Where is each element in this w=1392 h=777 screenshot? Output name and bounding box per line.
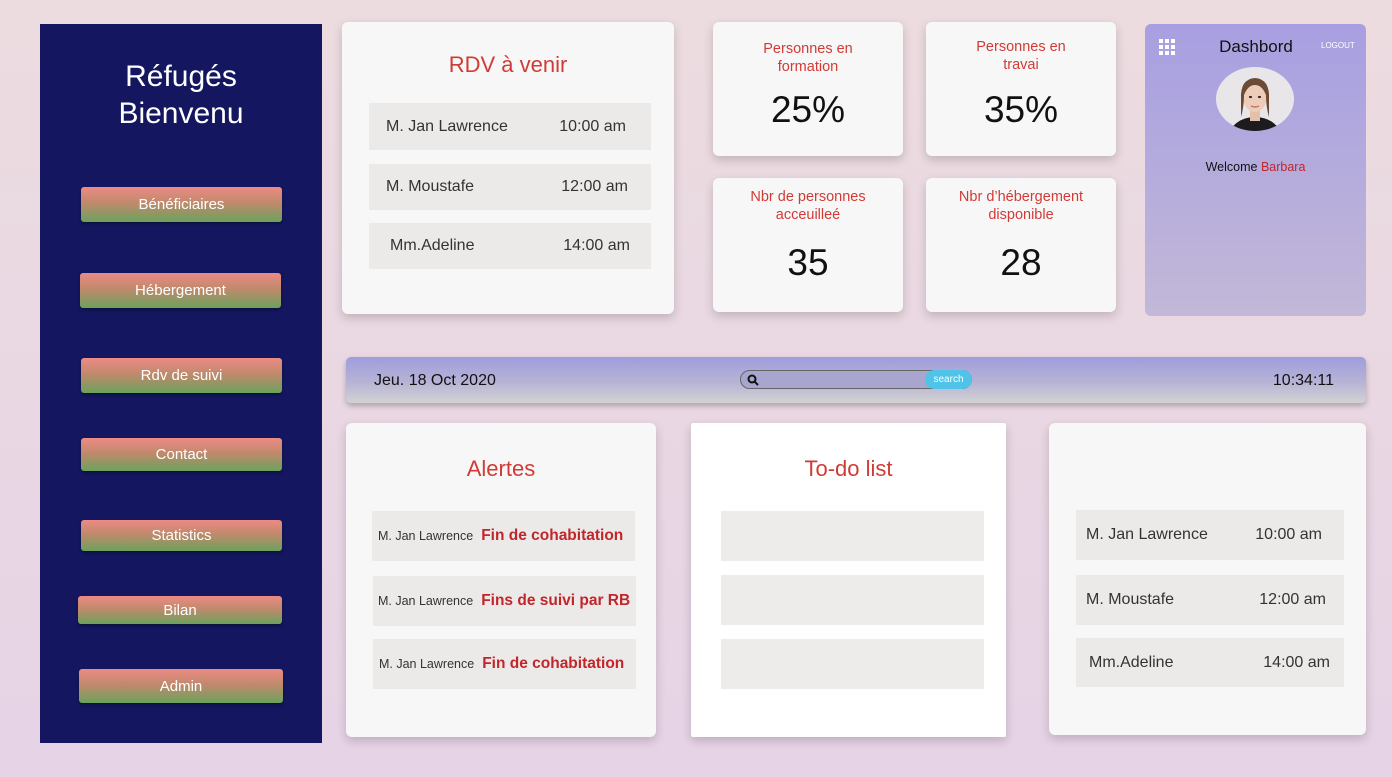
nav-beneficiaires-button[interactable]: Bénéficiaires: [81, 187, 282, 222]
appointment-row[interactable]: M. Jan Lawrence 10:00 am: [1076, 510, 1344, 560]
rdv-row[interactable]: M. Jan Lawrence 10:00 am: [369, 103, 651, 150]
alert-message: Fin de cohabitation: [482, 655, 625, 672]
alert-person: M. Jan Lawrence: [378, 594, 474, 608]
todo-card: To-do list: [691, 423, 1006, 737]
rdv-name: M. Moustafe: [386, 178, 475, 195]
dashboard-title: Dashbord: [1219, 37, 1293, 56]
appointment-time: 10:00 am: [1255, 526, 1322, 543]
profile-card: Dashbord LOGOUT Welcome Barbara: [1145, 24, 1366, 316]
alert-person: M. Jan Lawrence: [378, 529, 474, 543]
alert-row[interactable]: M. Jan Lawrence Fin de cohabitation: [373, 639, 636, 689]
todo-item[interactable]: [721, 511, 984, 561]
apps-grid-icon[interactable]: [1159, 39, 1175, 60]
appointment-time: 12:00 am: [1259, 591, 1326, 608]
stat-card-travail: Personnes en travai 35%: [926, 22, 1116, 156]
nav-admin-button[interactable]: Admin: [79, 669, 283, 703]
appointments-card: M. Jan Lawrence 10:00 am M. Moustafe 12:…: [1049, 423, 1366, 735]
brand-title: Réfugés Bienvenu: [40, 58, 322, 132]
stat-value: 25%: [770, 89, 846, 130]
rdv-time: 10:00 am: [559, 117, 626, 135]
appointment-name: M. Jan Lawrence: [1086, 526, 1208, 543]
alert-row[interactable]: M. Jan Lawrence Fin de cohabitation: [372, 511, 635, 561]
nav-hebergement-button[interactable]: Hébergement: [80, 273, 281, 308]
stat-value: 35%: [983, 89, 1059, 130]
todo-title: To-do list: [804, 456, 893, 481]
todo-item[interactable]: [721, 639, 984, 689]
search-button[interactable]: search: [925, 370, 972, 389]
stat-label: Personnes en formation: [763, 41, 853, 75]
nav-rdv-suivi-button[interactable]: Rdv de suivi: [81, 358, 282, 393]
stat-card-hebergement: Nbr d’hébergement disponible 28: [926, 178, 1116, 312]
rdv-row[interactable]: Mm.Adeline 14:00 am: [369, 223, 651, 269]
appointment-time: 14:00 am: [1263, 653, 1330, 671]
stat-card-accueillis: Nbr de personnes acceuilleé 35: [713, 178, 903, 312]
rdv-name: Mm.Adeline: [390, 237, 475, 254]
rdv-title: RDV à venir: [448, 52, 568, 77]
brand-line-2: Bienvenu: [118, 97, 244, 130]
current-time: 10:34:11: [1272, 372, 1334, 389]
rdv-time: 12:00 am: [561, 178, 628, 195]
appointment-row[interactable]: Mm.Adeline 14:00 am: [1076, 638, 1344, 687]
welcome-label: Welcome: [1205, 160, 1258, 174]
stat-value: 35: [787, 242, 829, 283]
alerts-card: Alertes M. Jan Lawrence Fin de cohabitat…: [346, 423, 656, 737]
search-input[interactable]: [763, 372, 923, 387]
todo-item[interactable]: [721, 575, 984, 625]
search-box: search: [740, 370, 972, 389]
date-search-bar: Jeu. 18 Oct 2020 search 10:34:11: [346, 357, 1366, 403]
search-icon: [747, 373, 759, 391]
nav-bilan-button[interactable]: Bilan: [78, 596, 282, 624]
stat-label: Nbr de personnes acceuilleé: [750, 189, 866, 223]
avatar: [1216, 67, 1294, 131]
alert-message: Fin de cohabitation: [481, 527, 624, 544]
rdv-card: RDV à venir M. Jan Lawrence 10:00 am M. …: [342, 22, 674, 314]
nav-statistics-button[interactable]: Statistics: [81, 520, 282, 551]
alert-message: Fins de suivi par RB: [481, 592, 631, 609]
appointment-name: M. Moustafe: [1086, 591, 1175, 608]
brand-line-1: Réfugés: [125, 60, 237, 93]
sidebar: Réfugés Bienvenu Bénéficiaires Hébergeme…: [40, 24, 322, 743]
stat-label: Nbr d’hébergement disponible: [958, 189, 1084, 223]
appointment-name: Mm.Adeline: [1089, 653, 1174, 671]
logout-link[interactable]: LOGOUT: [1321, 41, 1355, 50]
alert-row[interactable]: M. Jan Lawrence Fins de suivi par RB: [373, 576, 636, 626]
stat-label: Personnes en travai: [976, 39, 1066, 73]
current-date: Jeu. 18 Oct 2020: [374, 372, 496, 389]
stat-card-formation: Personnes en formation 25%: [713, 22, 903, 156]
rdv-row[interactable]: M. Moustafe 12:00 am: [369, 164, 651, 210]
appointment-row[interactable]: M. Moustafe 12:00 am: [1076, 575, 1344, 625]
user-name: Barbara: [1260, 160, 1306, 174]
stat-value: 28: [1000, 242, 1042, 283]
alerts-title: Alertes: [466, 456, 536, 481]
welcome-text: Welcome Barbara: [1145, 160, 1366, 174]
rdv-name: M. Jan Lawrence: [386, 117, 508, 135]
alert-person: M. Jan Lawrence: [379, 657, 475, 671]
nav-contact-button[interactable]: Contact: [81, 438, 282, 471]
rdv-time: 14:00 am: [563, 237, 630, 254]
